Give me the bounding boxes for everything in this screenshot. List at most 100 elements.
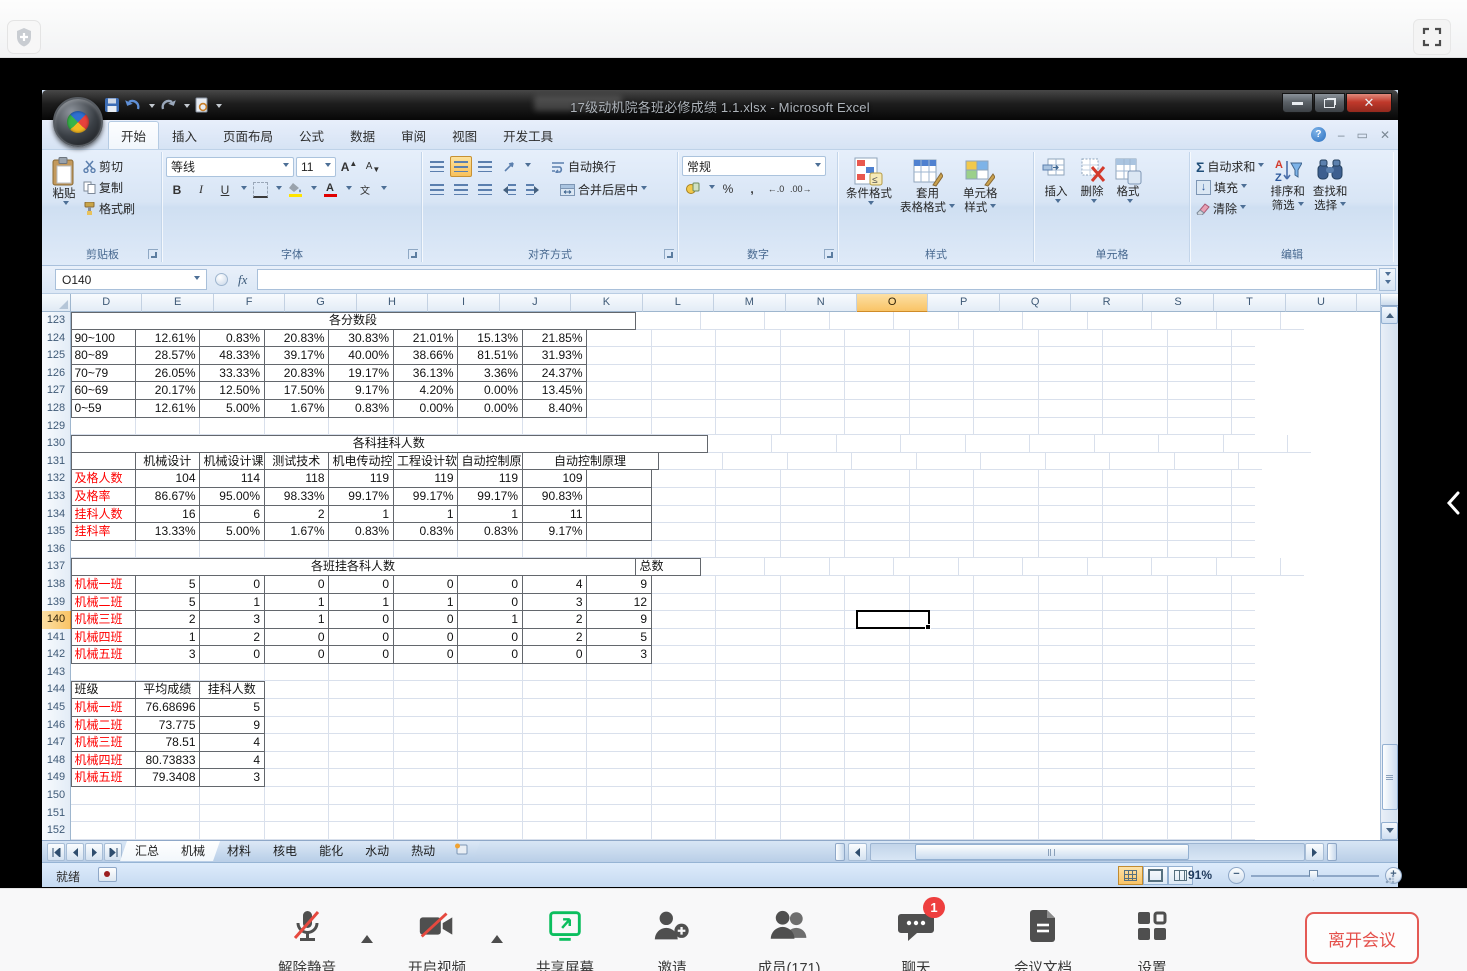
cell-G125[interactable]: 39.17%	[265, 347, 330, 365]
cell-U129[interactable]	[1168, 418, 1233, 436]
cell-P131[interactable]	[852, 453, 917, 471]
cell-K124[interactable]: 21.85%	[523, 330, 588, 348]
cell-M133[interactable]	[652, 488, 717, 506]
cell-T143[interactable]	[1103, 664, 1168, 682]
cell-N135[interactable]	[716, 523, 781, 541]
cell-O132[interactable]	[781, 470, 846, 488]
font-size-select[interactable]: 11	[296, 157, 336, 177]
cell-Q147[interactable]	[910, 734, 975, 752]
cell-M139[interactable]	[652, 594, 717, 612]
cell-T139[interactable]	[1103, 594, 1168, 612]
formula-input[interactable]	[257, 269, 1377, 290]
cell-E150[interactable]	[136, 787, 201, 805]
cell-G136[interactable]	[265, 541, 330, 559]
cell-G124[interactable]: 20.83%	[265, 330, 330, 348]
cell-D123[interactable]: 各分数段	[71, 312, 636, 330]
horizontal-scrollbar[interactable]	[870, 843, 1305, 861]
cell-H146[interactable]	[329, 717, 394, 735]
cell-K151[interactable]	[523, 805, 588, 823]
cell-N125[interactable]	[716, 347, 781, 365]
macro-record-button[interactable]	[98, 867, 117, 882]
cell-O141[interactable]	[781, 629, 846, 647]
cell-T144[interactable]	[1103, 681, 1168, 699]
cell-O146[interactable]	[781, 717, 846, 735]
cell-G149[interactable]	[265, 769, 330, 787]
horizontal-scroll-thumb[interactable]	[915, 844, 1189, 860]
cell-P129[interactable]	[845, 418, 910, 436]
column-header-E[interactable]: E	[142, 294, 213, 312]
meeting-item-解除静音[interactable]: 解除静音	[259, 899, 355, 971]
cell-T128[interactable]	[1103, 400, 1168, 418]
cell-T125[interactable]	[1103, 347, 1168, 365]
cell-T147[interactable]	[1103, 734, 1168, 752]
cell-S135[interactable]	[1039, 523, 1104, 541]
column-header-J[interactable]: J	[500, 294, 571, 312]
cell-O137[interactable]	[830, 558, 895, 576]
cell-K144[interactable]	[523, 681, 588, 699]
cell-I128[interactable]: 0.00%	[394, 400, 459, 418]
cell-M129[interactable]	[652, 418, 717, 436]
cell-F138[interactable]: 0	[200, 576, 265, 594]
cell-I144[interactable]	[394, 681, 459, 699]
cell-J141[interactable]: 0	[458, 629, 523, 647]
cell-M143[interactable]	[652, 664, 717, 682]
cell-G142[interactable]: 0	[265, 646, 330, 664]
cell-D128[interactable]: 0~59	[71, 400, 136, 418]
cell-E133[interactable]: 86.67%	[136, 488, 201, 506]
minimize-button[interactable]	[1282, 93, 1313, 113]
cell-K140[interactable]: 2	[523, 611, 588, 629]
cell-J127[interactable]: 0.00%	[458, 382, 523, 400]
cell-Q139[interactable]	[910, 594, 975, 612]
cell-N152[interactable]	[716, 822, 781, 840]
cell-D132[interactable]: 及格人数	[71, 470, 136, 488]
cell-H129[interactable]	[329, 418, 394, 436]
cell-J152[interactable]	[458, 822, 523, 840]
cell-L129[interactable]	[587, 418, 652, 436]
cell-U145[interactable]	[1168, 699, 1233, 717]
phonetic-dropdown[interactable]	[381, 186, 387, 193]
merge-dropdown[interactable]	[641, 186, 647, 193]
increase-font-button[interactable]: A▲	[338, 156, 360, 177]
cell-K141[interactable]: 2	[523, 629, 588, 647]
cell-P139[interactable]	[845, 594, 910, 612]
cell-T138[interactable]	[1103, 576, 1168, 594]
cell-I145[interactable]	[394, 699, 459, 717]
cell-P136[interactable]	[845, 541, 910, 559]
cell-Q133[interactable]	[910, 488, 975, 506]
cell-H138[interactable]: 0	[329, 576, 394, 594]
orientation-button[interactable]	[498, 156, 520, 177]
cell-M144[interactable]	[652, 681, 717, 699]
cell-F145[interactable]: 5	[200, 699, 265, 717]
cell-D137[interactable]: 各班挂各科人数	[71, 558, 636, 576]
cell-J146[interactable]	[458, 717, 523, 735]
cell-P137[interactable]	[894, 558, 959, 576]
cell-M146[interactable]	[652, 717, 717, 735]
cell-N126[interactable]	[716, 365, 781, 383]
cell-I131[interactable]: 工程设计软	[394, 453, 459, 471]
cell-O152[interactable]	[781, 822, 846, 840]
cell-U150[interactable]	[1168, 787, 1233, 805]
sheet-tab-热动[interactable]: 热动	[396, 841, 450, 861]
cell-K132[interactable]: 109	[523, 470, 588, 488]
column-header-U[interactable]: U	[1286, 294, 1357, 312]
meeting-item-聊天[interactable]: 1聊天	[868, 899, 964, 971]
cell-K152[interactable]	[523, 822, 588, 840]
meeting-item-设置[interactable]: 设置	[1104, 899, 1200, 971]
cell-T132[interactable]	[1103, 470, 1168, 488]
phonetic-button[interactable]: 文	[354, 179, 376, 200]
cell-K150[interactable]	[523, 787, 588, 805]
cell-K126[interactable]: 24.37%	[523, 365, 588, 383]
cell-F139[interactable]: 1	[200, 594, 265, 612]
cell-N141[interactable]	[716, 629, 781, 647]
cell-L149[interactable]	[587, 769, 652, 787]
ribbon-tab-插入[interactable]: 插入	[159, 121, 210, 149]
cell-L124[interactable]	[587, 330, 652, 348]
cell-H144[interactable]	[329, 681, 394, 699]
cell-U126[interactable]	[1168, 365, 1233, 383]
cell-S147[interactable]	[1039, 734, 1104, 752]
cell-J142[interactable]: 0	[458, 646, 523, 664]
prev-sheet-button[interactable]	[66, 843, 84, 861]
cell-S151[interactable]	[1039, 805, 1104, 823]
cell-I139[interactable]: 1	[394, 594, 459, 612]
align-left-button[interactable]	[426, 179, 448, 200]
